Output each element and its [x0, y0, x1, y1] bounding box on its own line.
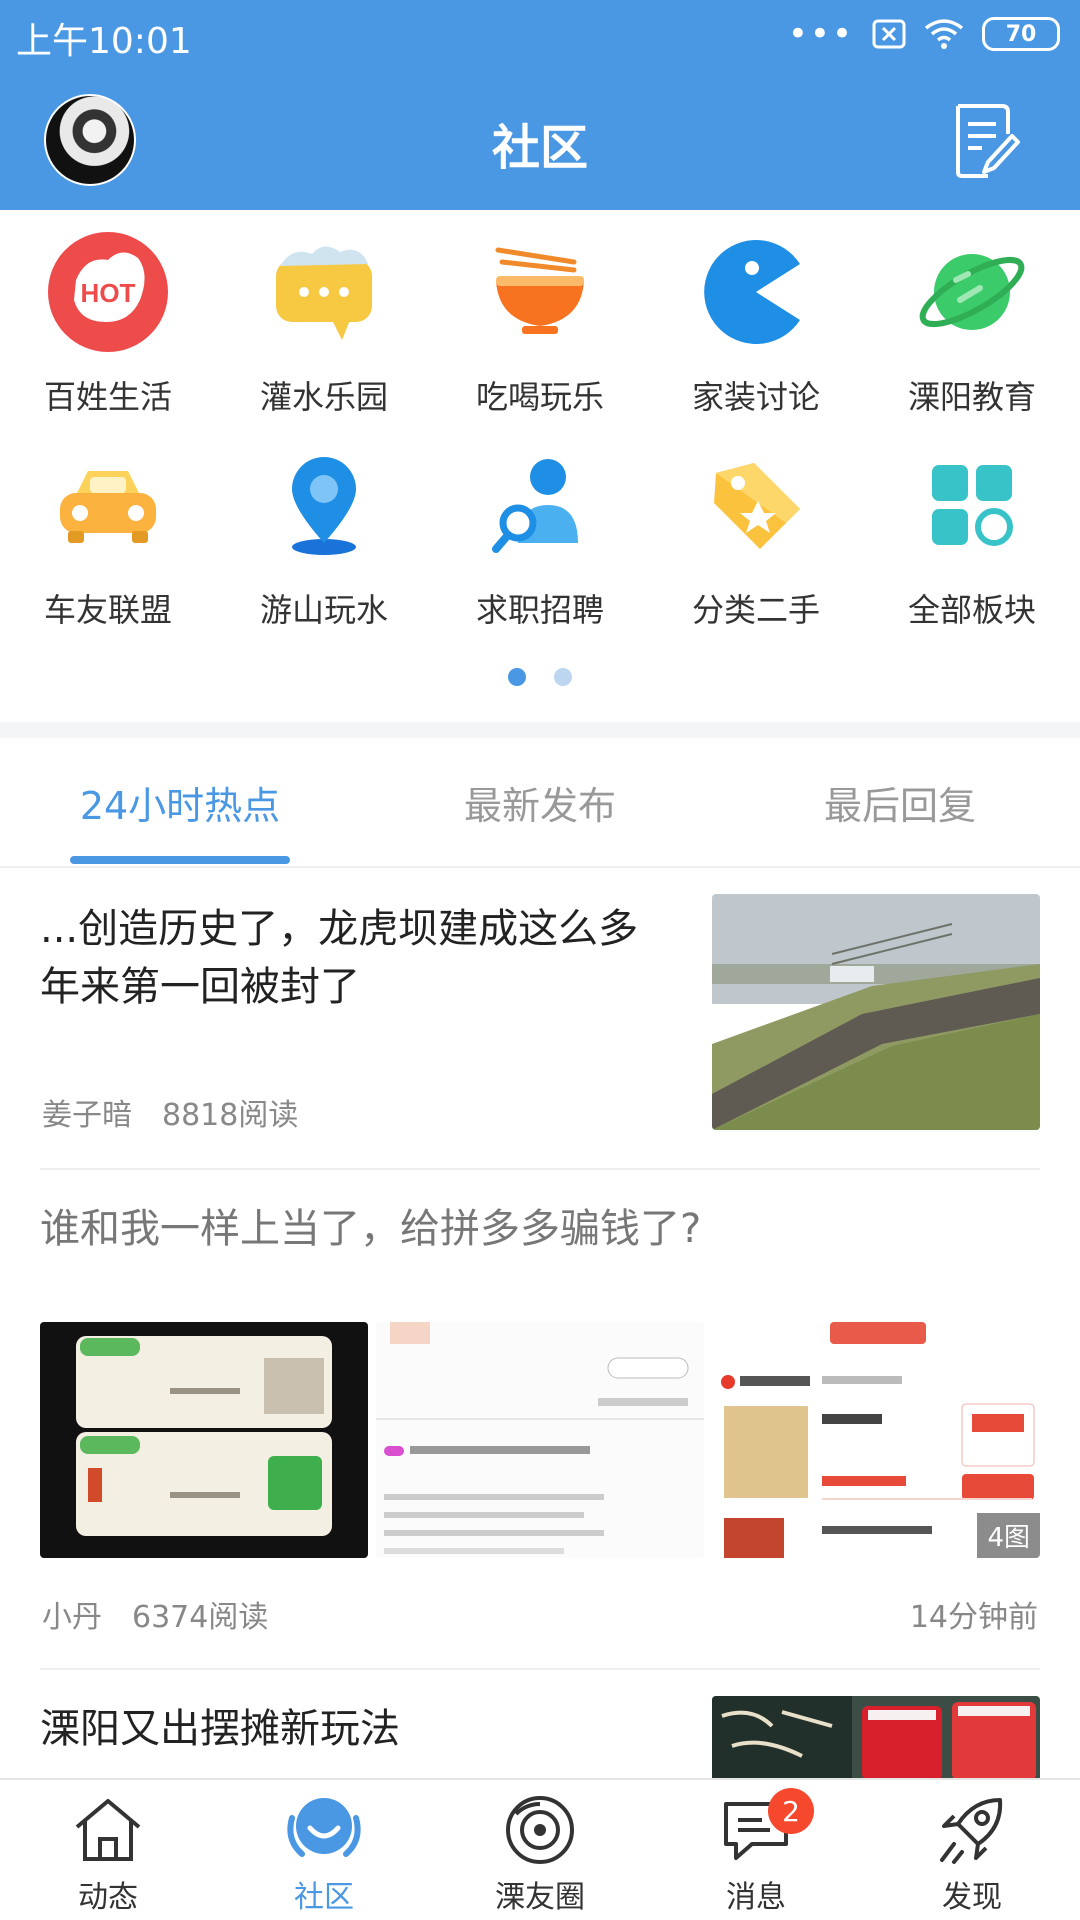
image-count-badge: 4图 [977, 1513, 1040, 1558]
location-pin-icon [262, 443, 386, 567]
post-time: 14分钟前 [909, 1600, 1038, 1635]
category-label: 吃喝玩乐 [475, 378, 604, 416]
post-meta: 小丹 6374阅读 14分钟前 [42, 1592, 1038, 1636]
tab-label: 最后回复 [823, 783, 976, 828]
community-icon [284, 1790, 364, 1870]
post-image-row: 4图 [40, 1322, 1040, 1558]
hot-badge-text: HOT [81, 278, 136, 308]
message-badge: 2 [768, 1788, 814, 1834]
bottom-nav: 动态 社区 溧友圈 2 消息 发现 [0, 1778, 1080, 1920]
post-author: 姜子暗 [42, 1098, 132, 1133]
home-icon [68, 1790, 148, 1870]
category-item[interactable]: 溧阳教育 [864, 230, 1080, 443]
category-item[interactable]: 全部板块 [864, 443, 1080, 656]
post-title: 溧阳又出摆摊新玩法 [40, 1706, 400, 1752]
job-search-icon [478, 443, 602, 567]
post-title: ...创造历史了，龙虎坝建成这么多年来第一回被封了 [40, 906, 639, 1010]
tab-label: 最新发布 [463, 783, 616, 828]
circle-icon [500, 1790, 580, 1870]
category-label: 分类二手 [691, 591, 820, 629]
category-item[interactable]: 车友联盟 [0, 443, 216, 656]
category-label: 灌水乐园 [259, 378, 388, 416]
top-bar: 社区 [0, 70, 1080, 210]
nav-item-friends-circle[interactable]: 溧友圈 [432, 1780, 648, 1920]
category-item[interactable]: 分类二手 [648, 443, 864, 656]
category-label: 求职招聘 [475, 591, 604, 629]
nav-label: 消息 [726, 1880, 786, 1915]
battery-indicator: 70 [982, 17, 1060, 51]
post-meta: 姜子暗 8818阅读 [42, 1090, 298, 1134]
nav-item-community[interactable]: 社区 [216, 1780, 432, 1920]
category-item[interactable]: HOT 百姓生活 [0, 230, 216, 443]
divider [40, 1668, 1040, 1670]
rocket-icon [932, 1790, 1012, 1870]
tab-underline [70, 856, 290, 864]
page-title: 社区 [491, 120, 588, 176]
post-item[interactable]: 谁和我一样上当了，给拼多多骗钱了? 4图 小丹 6374阅读 14分钟前 [40, 1200, 1040, 1635]
compose-icon[interactable] [952, 102, 1022, 180]
tab-label: 24小时热点 [79, 783, 281, 828]
category-item[interactable]: 灌水乐园 [216, 230, 432, 443]
more-dots-icon: ••• [787, 14, 854, 54]
post-item[interactable]: ...创造历史了，龙虎坝建成这么多年来第一回被封了 姜子暗 8818阅读 [40, 890, 1040, 1170]
sim-off-icon [872, 19, 906, 49]
category-grid: HOT 百姓生活 灌水乐园 吃喝玩乐 家装讨论 溧阳教育 车友联盟 游山玩水 求… [0, 230, 1080, 656]
status-bar: 上午10:01 ••• 70 [0, 0, 1080, 70]
status-time: 上午10:01 [16, 21, 192, 62]
tab-latest[interactable]: 最新发布 [360, 738, 720, 866]
nav-item-discover[interactable]: 发现 [864, 1780, 1080, 1920]
page-dot-active[interactable] [508, 668, 526, 686]
wifi-icon [924, 19, 964, 49]
page-indicator [0, 668, 1080, 686]
tag-icon [694, 443, 818, 567]
battery-level: 70 [1005, 21, 1037, 47]
section-separator [0, 722, 1080, 738]
app-header: 上午10:01 ••• 70 社区 [0, 0, 1080, 210]
nav-label: 溧友圈 [495, 1880, 585, 1915]
category-item[interactable]: 游山玩水 [216, 443, 432, 656]
category-label: 游山玩水 [259, 591, 388, 629]
chat-bubble-icon [262, 230, 386, 354]
nav-label: 发现 [942, 1880, 1002, 1915]
nav-item-messages[interactable]: 2 消息 [648, 1780, 864, 1920]
grid-icon [910, 443, 1034, 567]
noodle-bowl-icon [478, 230, 602, 354]
nav-item-dynamics[interactable]: 动态 [0, 1780, 216, 1920]
category-label: 全部板块 [907, 591, 1036, 629]
post-thumbnail[interactable] [712, 894, 1040, 1130]
feed-tabs: 24小时热点 最新发布 最后回复 [0, 738, 1080, 868]
category-row: HOT 百姓生活 灌水乐园 吃喝玩乐 家装讨论 溧阳教育 [0, 230, 1080, 443]
post-thumbnail[interactable] [712, 1696, 1040, 1780]
nav-label: 社区 [294, 1880, 354, 1915]
post-image[interactable] [376, 1322, 704, 1558]
category-item[interactable]: 求职招聘 [432, 443, 648, 656]
category-label: 溧阳教育 [907, 378, 1036, 416]
post-title: 谁和我一样上当了，给拼多多骗钱了? [40, 1206, 702, 1252]
category-item[interactable]: 吃喝玩乐 [432, 230, 648, 443]
hot-icon: HOT [46, 230, 170, 354]
category-item[interactable]: 家装讨论 [648, 230, 864, 443]
category-label: 车友联盟 [43, 591, 172, 629]
post-reads: 6374阅读 [132, 1600, 269, 1635]
category-label: 百姓生活 [43, 378, 172, 416]
post-image[interactable] [40, 1322, 368, 1558]
post-image[interactable]: 4图 [712, 1322, 1040, 1558]
category-row: 车友联盟 游山玩水 求职招聘 分类二手 全部板块 [0, 443, 1080, 656]
nav-label: 动态 [78, 1880, 138, 1915]
post-reads: 8818阅读 [162, 1098, 299, 1133]
status-icons: ••• 70 [788, 14, 1060, 54]
tab-24h-hot[interactable]: 24小时热点 [0, 738, 360, 866]
post-author: 小丹 [42, 1600, 102, 1635]
pacman-icon [694, 230, 818, 354]
divider [40, 1168, 1040, 1170]
category-label: 家装讨论 [691, 378, 820, 416]
planet-icon [910, 230, 1034, 354]
car-icon [46, 443, 170, 567]
tab-last-reply[interactable]: 最后回复 [720, 738, 1080, 866]
page-dot[interactable] [554, 668, 572, 686]
